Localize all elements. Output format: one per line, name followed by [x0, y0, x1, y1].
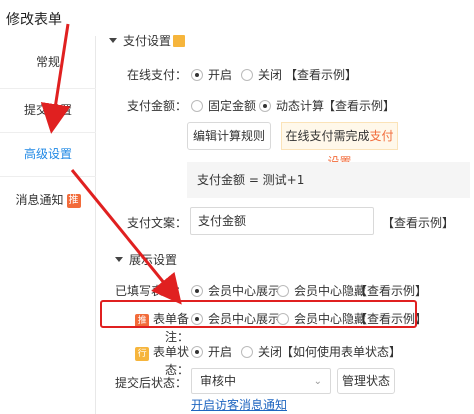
after-submit-select[interactable]: 审核中 ⌄ [191, 368, 331, 394]
radio-icon [241, 346, 253, 358]
online-pay-example-link[interactable]: 【查看示例】 [285, 66, 357, 83]
highlight-box [100, 300, 417, 328]
amount-example-link[interactable]: 【查看示例】 [323, 97, 395, 114]
sidebar-item-label: 常规 [35, 55, 60, 69]
filled-example-link[interactable]: 【查看示例】 [355, 282, 427, 299]
payment-setting-notice: 在线支付需完成支付设置 [281, 122, 398, 169]
sidebar-item-advanced[interactable]: 高级设置 [0, 132, 96, 176]
sidebar-item-label: 提交设置 [23, 103, 72, 117]
edit-calc-rule-button[interactable]: 编辑计算规则 [187, 122, 271, 150]
sidebar-item-label: 高级设置 [23, 147, 72, 161]
pay-amount-label: 支付金额： [126, 99, 187, 113]
manage-status-button[interactable]: 管理状态 [337, 368, 395, 394]
option-label: 关闭 [258, 68, 283, 82]
notice-text: 在线支付需完成 [285, 129, 370, 143]
state-on-radio[interactable]: 开启 [191, 343, 232, 360]
radio-icon [277, 285, 289, 297]
select-value: 审核中 [200, 374, 237, 388]
visitor-notify-link[interactable]: 开启访客消息通知 [191, 396, 287, 413]
option-label: 开启 [208, 345, 233, 359]
amount-dynamic-radio[interactable]: 动态计算 [259, 97, 324, 114]
sidebar-item-submit[interactable]: 提交设置 [0, 88, 96, 132]
online-pay-on-radio[interactable]: 开启 [191, 66, 232, 83]
sidebar: 常规 提交设置 高级设置 消息通知推 [0, 36, 96, 414]
option-label: 关闭 [258, 345, 283, 359]
feature-badge: 行 [135, 347, 150, 361]
option-label: 固定金额 [208, 99, 257, 113]
form-state-label-group: 行 表单状态： [119, 343, 189, 378]
sidebar-item-notifications[interactable]: 消息通知推 [0, 178, 96, 222]
option-label: 会员中心展示 [208, 284, 281, 298]
after-submit-label: 提交后状态： [114, 376, 187, 390]
pay-text-example-link[interactable]: 【查看示例】 [382, 214, 454, 231]
sidebar-item-label: 消息通知 [15, 193, 64, 207]
chevron-down-icon [109, 38, 117, 43]
form-state-label: 表单状态： [152, 345, 189, 377]
promo-badge: 推 [66, 194, 81, 208]
radio-checked-icon [191, 69, 203, 81]
online-pay-off-radio[interactable]: 关闭 [241, 66, 282, 83]
amount-formula: 支付金额 = 测试+1 [187, 162, 470, 198]
radio-checked-icon [259, 100, 271, 112]
filled-show-radio[interactable]: 会员中心展示 [191, 282, 280, 299]
divider [0, 176, 96, 177]
chevron-down-icon [115, 257, 123, 262]
tag-icon [173, 35, 186, 47]
section-payment-header[interactable]: 支付设置 [109, 32, 186, 49]
chevron-down-icon: ⌄ [313, 376, 322, 387]
settings-content: 支付设置 在线支付： 开启 关闭 【查看示例】 支付金额： 固定金额 动态计算 … [97, 30, 474, 414]
pay-text-label: 支付文案： [126, 216, 187, 230]
section-display-header[interactable]: 展示设置 [115, 251, 177, 268]
sidebar-item-general[interactable]: 常规 [0, 40, 96, 84]
state-help-link[interactable]: 【如何使用表单状态】 [281, 343, 401, 360]
amount-fixed-radio[interactable]: 固定金额 [191, 97, 256, 114]
state-off-radio[interactable]: 关闭 [241, 343, 282, 360]
filled-form-label: 已填写表单： [114, 284, 187, 298]
radio-checked-icon [191, 285, 203, 297]
radio-checked-icon [191, 346, 203, 358]
radio-icon [241, 69, 253, 81]
option-label: 开启 [208, 68, 233, 82]
radio-icon [191, 100, 203, 112]
online-pay-label: 在线支付： [126, 68, 187, 82]
filled-hide-radio[interactable]: 会员中心隐藏 [277, 282, 366, 299]
page-title: 修改表单 [6, 12, 62, 28]
pay-text-input[interactable]: 支付金额 [190, 207, 374, 235]
section-title: 支付设置 [123, 34, 172, 48]
option-label: 动态计算 [276, 99, 325, 113]
section-title: 展示设置 [129, 253, 178, 267]
